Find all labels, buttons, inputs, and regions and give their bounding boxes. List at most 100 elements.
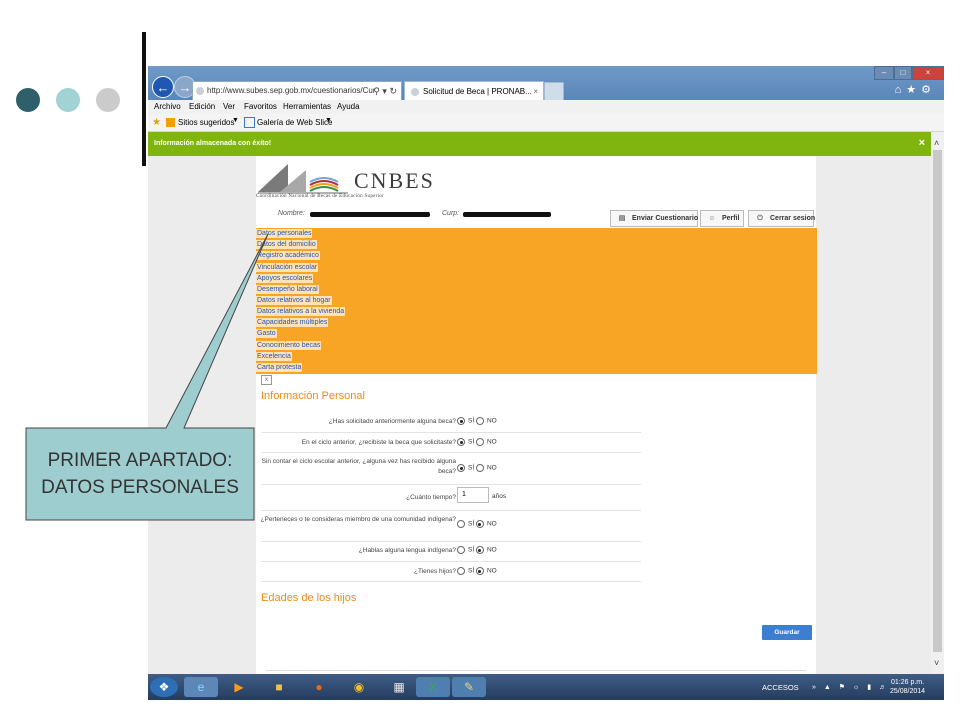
radio-no[interactable] [475, 464, 484, 472]
start-button[interactable]: ❖ [150, 677, 178, 697]
explorer-folder-icon[interactable]: ■ [262, 677, 296, 697]
option-si-label: SÍ [468, 417, 475, 425]
paint-icon[interactable]: ✎ [452, 677, 486, 697]
user-icon: ☺ [708, 215, 716, 222]
minimize-button[interactable]: – [874, 66, 894, 80]
nav-capacidades-multiples[interactable]: Capacidades múltiples [256, 318, 329, 327]
section-nav-panel: Datos personales Datos del domicilio Reg… [256, 228, 817, 374]
url-text: http://www.subes.sep.gob.mx/cuestionario… [207, 86, 376, 95]
system-tray-icons[interactable]: » ▲ ⚑ ☼ ▮ ♬ [812, 683, 889, 691]
close-window-button[interactable]: × [912, 66, 944, 80]
menu-favoritos[interactable]: Favoritos [244, 102, 277, 111]
nav-apoyos-escolares[interactable]: Apoyos escolares [256, 274, 314, 283]
new-tab-button[interactable] [544, 82, 564, 101]
chevron-down-icon[interactable]: ▼ [325, 117, 332, 124]
nav-datos-hogar[interactable]: Datos relativos al hogar [256, 296, 332, 305]
taskbar-clock[interactable]: 01:26 p.m. 25/08/2014 [890, 678, 925, 696]
nav-excelencia[interactable]: Excelencia [256, 352, 292, 361]
menu-bar: Archivo Edición Ver Favoritos Herramient… [148, 100, 944, 114]
firefox-icon[interactable]: ● [302, 677, 336, 697]
option-si-label: SÍ [468, 438, 475, 446]
favorites-bar: ★ Sitios sugeridos ▼ Galería de Web Slic… [148, 114, 944, 132]
menu-herramientas[interactable]: Herramientas [283, 102, 331, 111]
accesos-toolbar[interactable]: ACCESOS [762, 683, 799, 692]
chevron-down-icon[interactable]: ▼ [232, 117, 239, 124]
nav-registro-academico[interactable]: Registro académico [256, 251, 320, 260]
scroll-thumb[interactable] [933, 150, 942, 652]
perfil-button[interactable]: ☺ Perfil [700, 210, 744, 227]
option-no-label: NO [486, 546, 497, 554]
curp-redacted [463, 212, 551, 217]
nav-conocimiento-becas[interactable]: Conocimiento becas [256, 341, 322, 350]
callout-text: PRIMER APARTADO: DATOS PERSONALES [41, 450, 239, 498]
search-refresh-icon[interactable]: ⚲ ▾ ↻ [373, 82, 397, 100]
radio-si[interactable] [457, 567, 465, 575]
favorites-star-icon[interactable]: ★ [152, 117, 161, 128]
media-player-icon[interactable]: ▶ [222, 677, 256, 697]
question-text: ¿Tienes hijos? [413, 568, 456, 575]
radio-no[interactable] [475, 546, 484, 554]
favorites-sitios[interactable]: Sitios sugeridos [178, 118, 234, 127]
menu-ayuda[interactable]: Ayuda [337, 102, 360, 111]
footer-divider [266, 670, 806, 671]
close-tab-icon[interactable]: × [533, 82, 538, 101]
apps-grid-icon[interactable]: ▦ [382, 677, 416, 697]
nav-desempeno-laboral[interactable]: Desempeño laboral [256, 285, 319, 294]
chrome-icon[interactable]: ◉ [342, 677, 376, 697]
radio-si[interactable] [457, 417, 465, 425]
question-row: ¿Perteneces o te consideras miembro de u… [261, 510, 641, 542]
nav-gasto[interactable]: Gasto [256, 329, 277, 338]
radio-si[interactable] [457, 546, 465, 554]
radio-si[interactable] [457, 520, 465, 528]
option-no-label: NO [486, 567, 497, 575]
clock-date: 25/08/2014 [890, 688, 926, 695]
nav-carta-protesta[interactable]: Carta protesta [256, 363, 303, 372]
nav-vinculacion-escolar[interactable]: Vinculación escolar [256, 263, 319, 272]
decor-vertical-bar [142, 32, 146, 166]
decor-dot-1 [16, 88, 40, 112]
menu-ver[interactable]: Ver [223, 102, 235, 111]
menu-archivo[interactable]: Archivo [154, 102, 181, 111]
radio-no[interactable] [475, 438, 484, 446]
question-text: ¿Has solicitado anteriormente alguna bec… [328, 418, 456, 425]
option-si-label: SÍ [468, 520, 475, 528]
cuanto-tiempo-input[interactable]: 1 [457, 487, 489, 503]
answer-options: SÍ NO [457, 567, 497, 575]
maximize-button[interactable]: □ [894, 66, 912, 80]
radio-no[interactable] [475, 417, 484, 425]
cerrar-sesion-button[interactable]: ⏻ Cerrar sesion [748, 210, 815, 227]
vertical-scrollbar[interactable]: ˄ ˅ [931, 132, 944, 674]
nav-datos-personales[interactable]: Datos personales [256, 229, 313, 238]
favorites-webslice[interactable]: Galería de Web Slice [257, 118, 332, 127]
close-notice-icon[interactable]: × [919, 137, 925, 149]
excel-icon[interactable]: X [416, 677, 450, 697]
question-row: Sin contar el ciclo escolar anterior, ¿a… [261, 452, 641, 485]
radio-si[interactable] [457, 438, 465, 446]
radio-no[interactable] [475, 567, 484, 575]
menu-edicion[interactable]: Edición [189, 102, 215, 111]
nav-datos-vivienda[interactable]: Datos relativos a la vivienda [256, 307, 346, 316]
question-row: ¿Tienes hijos? SÍ NO [261, 561, 641, 582]
question-text: ¿Hablas alguna lengua indígena? [358, 547, 456, 554]
question-row: ¿Hablas alguna lengua indígena? SÍ NO [261, 541, 641, 562]
nav-datos-domicilio[interactable]: Datos del domicilio [256, 240, 317, 249]
success-notice: Información almacenada con éxito! × [148, 132, 931, 156]
option-si-label: SÍ [468, 567, 475, 575]
guardar-button[interactable]: Guardar [762, 625, 812, 640]
nombre-redacted [310, 212, 430, 217]
ie-taskbar-icon[interactable]: e [184, 677, 218, 697]
clock-time: 01:26 p.m. [890, 679, 925, 686]
answer-options: SÍ NO [457, 546, 497, 554]
scroll-down-icon[interactable]: ˅ [934, 658, 939, 668]
unit-label: años [492, 493, 507, 500]
radio-si[interactable] [457, 464, 465, 472]
back-button[interactable]: ← [152, 76, 174, 98]
home-star-gear-icons[interactable]: ⌂★⚙ [895, 83, 936, 96]
radio-no[interactable] [475, 520, 484, 528]
browser-tab[interactable]: Solicitud de Beca | PRONAB... × [404, 81, 544, 101]
window-controls: – □ × [874, 66, 944, 80]
scroll-up-icon[interactable]: ˄ [934, 138, 939, 148]
address-bar[interactable]: http://www.subes.sep.gob.mx/cuestionario… [192, 81, 402, 101]
enviar-cuestionario-button[interactable]: ▤ Enviar Cuestionario [610, 210, 698, 227]
question-row: ¿Cuánto tiempo? 1 años [261, 484, 641, 511]
